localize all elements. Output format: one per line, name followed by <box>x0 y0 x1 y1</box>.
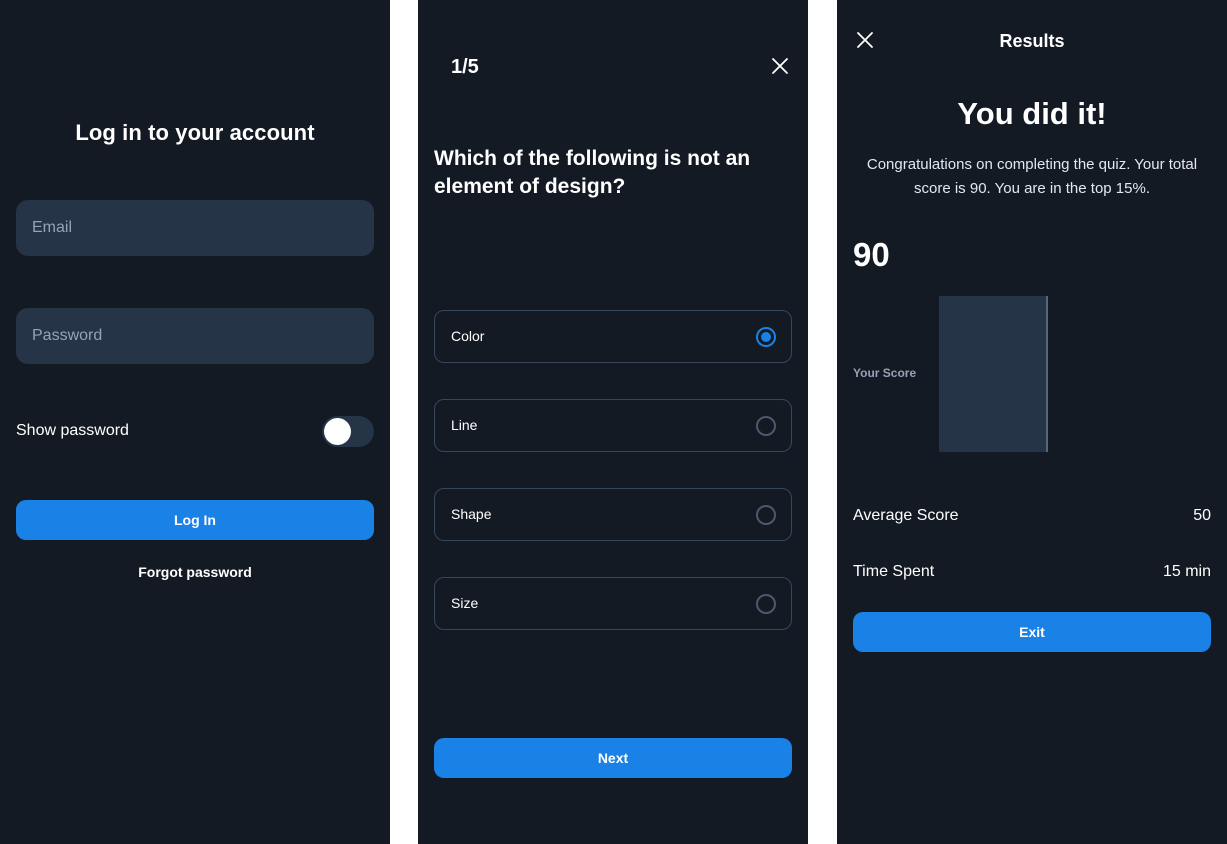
average-score-label: Average Score <box>853 507 959 524</box>
score-label: Your Score <box>853 366 917 380</box>
toggle-knob <box>324 418 351 445</box>
answer-option[interactable]: Size <box>434 577 792 630</box>
login-title: Log in to your account <box>75 120 315 145</box>
option-label: Size <box>451 595 479 611</box>
question-progress: 1/5 <box>451 56 479 78</box>
question-text: Which of the following is not an element… <box>434 147 751 198</box>
results-title: You did it! <box>957 96 1107 131</box>
option-label: Shape <box>451 506 492 522</box>
radio-icon[interactable] <box>756 416 776 436</box>
login-screen: Log in to your account Show password Log… <box>0 0 390 844</box>
password-field[interactable] <box>16 308 374 364</box>
answer-option[interactable]: Shape <box>434 488 792 541</box>
results-screen: Results You did it! Congratulations on c… <box>837 0 1227 844</box>
average-score-value: 50 <box>1193 507 1211 524</box>
score-bar-edge <box>1046 296 1048 452</box>
results-message: Congratulations on completing the quiz. … <box>866 156 1198 197</box>
show-password-label: Show password <box>16 422 129 439</box>
exit-button[interactable]: Exit <box>853 612 1211 652</box>
next-button[interactable]: Next <box>434 738 792 778</box>
quiz-screen: 1/5 Which of the following is not an ele… <box>418 0 808 844</box>
score-bar <box>939 296 1046 452</box>
email-field[interactable] <box>16 200 374 256</box>
login-button[interactable]: Log In <box>16 500 374 540</box>
score-value: 90 <box>853 236 890 273</box>
radio-icon[interactable] <box>756 594 776 614</box>
radio-icon[interactable] <box>756 505 776 525</box>
show-password-toggle[interactable] <box>322 416 374 447</box>
results-heading: Results <box>999 31 1065 51</box>
forgot-password-link[interactable]: Forgot password <box>0 564 390 580</box>
close-icon[interactable] <box>768 54 792 78</box>
time-spent-label: Time Spent <box>853 563 935 580</box>
radio-dot <box>761 332 771 342</box>
answer-option[interactable]: Color <box>434 310 792 363</box>
time-spent-value: 15 min <box>1162 563 1211 580</box>
option-label: Color <box>451 328 485 344</box>
answer-option[interactable]: Line <box>434 399 792 452</box>
option-label: Line <box>451 417 478 433</box>
radio-selected-icon[interactable] <box>756 327 776 347</box>
